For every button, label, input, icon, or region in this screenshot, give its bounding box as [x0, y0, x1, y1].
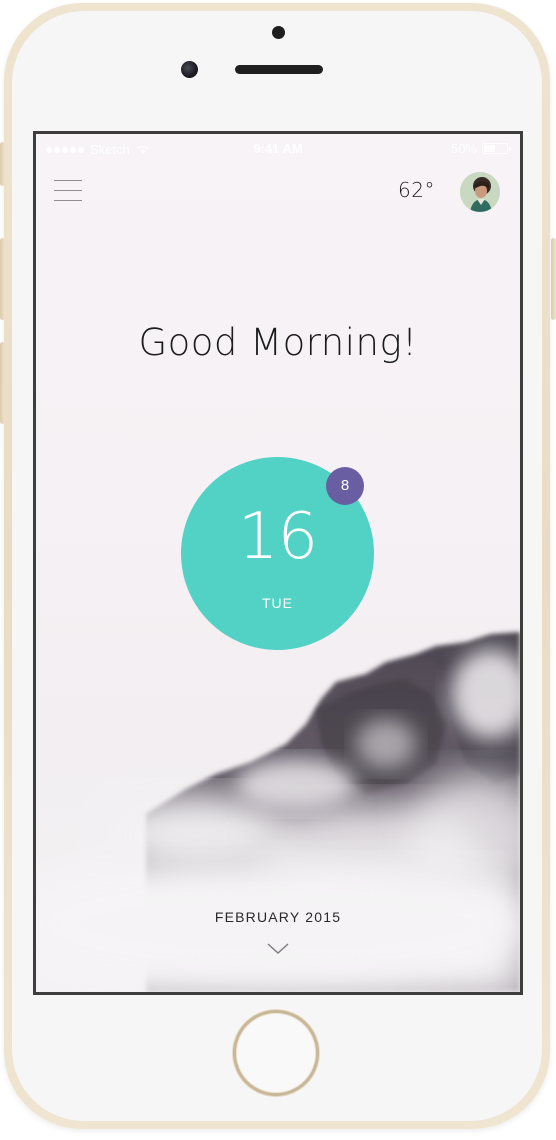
greeting-title: Good Morning! [138, 321, 418, 364]
mute-switch [0, 142, 5, 186]
month-year-label: FEBRUARY 2015 [214, 909, 342, 925]
volume-down-button [0, 342, 5, 424]
power-button [551, 238, 556, 320]
earpiece-speaker [235, 65, 323, 74]
avatar-portrait-image [460, 172, 500, 212]
hamburger-menu-icon[interactable] [54, 178, 84, 204]
battery-level [484, 145, 495, 152]
event-count-badge[interactable]: 8 [326, 467, 364, 505]
app-screen: Sketch 9:41 AM 50% 62° Good Morning! 16 … [36, 134, 520, 992]
user-avatar[interactable] [460, 172, 500, 212]
status-bar: Sketch 9:41 AM 50% [36, 134, 520, 162]
temperature-label: 62° [398, 178, 435, 202]
battery-percentage: 50% [450, 141, 477, 156]
volume-up-button [0, 238, 5, 320]
status-right: 50% [450, 141, 511, 156]
screen-bezel: Sketch 9:41 AM 50% 62° Good Morning! 16 … [33, 131, 523, 995]
home-button[interactable] [233, 1010, 319, 1096]
chevron-down-icon[interactable] [266, 942, 290, 956]
weekday-label: TUE [262, 595, 293, 611]
battery-icon [482, 143, 511, 154]
proximity-sensor [272, 26, 285, 39]
status-time: 9:41 AM [253, 141, 303, 156]
day-number: 16 [237, 500, 318, 574]
front-camera [181, 61, 198, 78]
